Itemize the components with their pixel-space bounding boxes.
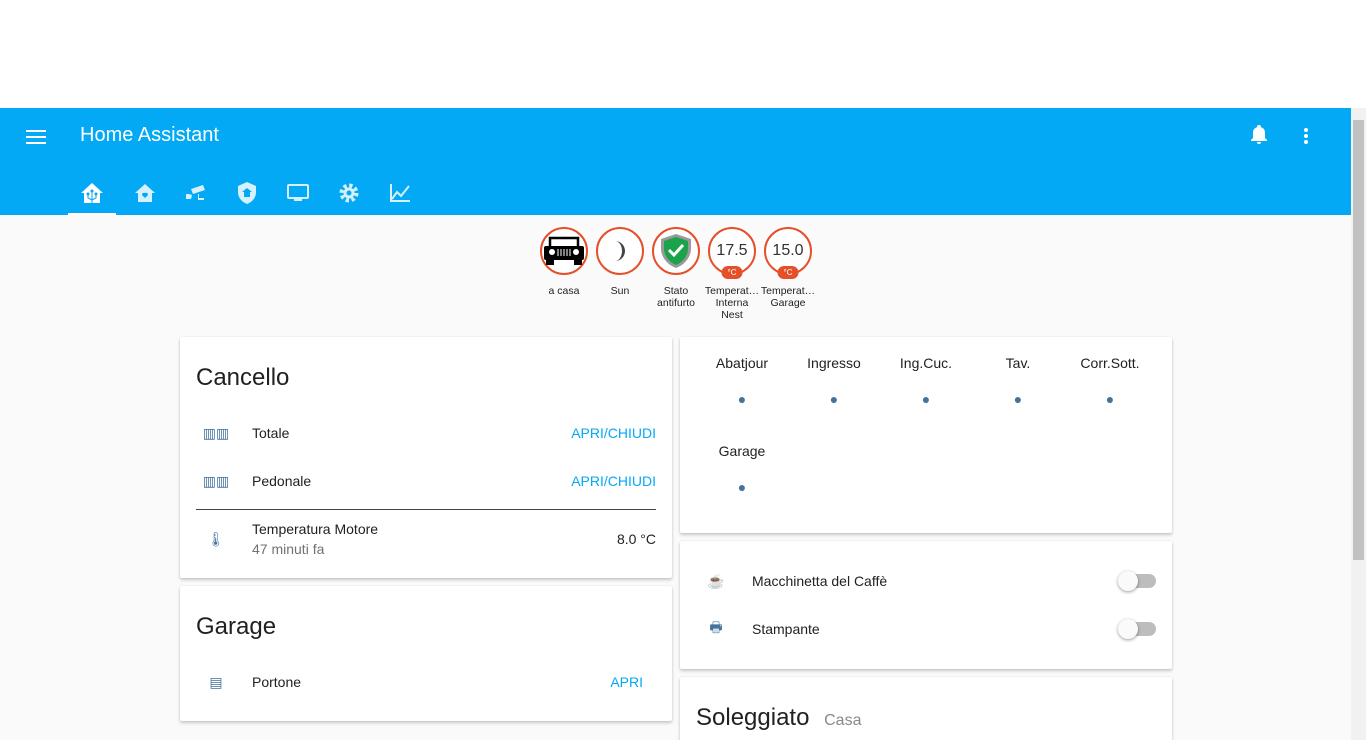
lightbulb-icon: ● xyxy=(921,391,931,407)
tab-home-heart[interactable] xyxy=(119,170,170,215)
entity-row: ▤ Portone APRI xyxy=(196,662,643,702)
soleggiato-card: Soleggiato Casa xyxy=(680,677,1172,740)
light-ingresso[interactable]: Ingresso ● xyxy=(788,355,880,407)
badge-label: Temperat… Garage xyxy=(760,285,816,309)
badges-bar: a casa Sun Stato antifurto 17.5 °C Tempera… xyxy=(536,227,816,321)
badge-label: a casa xyxy=(548,285,580,297)
bell-icon[interactable] xyxy=(1250,125,1268,150)
entity-name: Macchinetta del Caffè xyxy=(752,573,888,589)
badge-presence[interactable]: a casa xyxy=(536,227,592,321)
badge-unit: °C xyxy=(777,266,799,279)
scrollbar[interactable] xyxy=(1351,108,1366,740)
badge-label: Sun xyxy=(610,285,630,297)
printer-icon: 🖶 xyxy=(709,619,723,635)
shield-home-icon xyxy=(237,181,256,204)
entity-row: ▥▥ Pedonale APRI/CHIUDI xyxy=(196,461,656,501)
monitor-icon xyxy=(286,183,309,201)
open-button[interactable]: APRI xyxy=(610,674,643,690)
garage-door-icon: ▤ xyxy=(209,673,223,690)
entity-name: Portone xyxy=(252,674,302,690)
printer-toggle[interactable] xyxy=(1118,619,1156,639)
badge-temp-garage[interactable]: 15.0 °C Temperat… Garage xyxy=(760,227,816,321)
light-tav[interactable]: Tav. ● xyxy=(972,355,1064,407)
badge-value: 17.5 xyxy=(716,242,748,259)
coffee-toggle[interactable] xyxy=(1118,571,1156,591)
card-title: Soleggiato Casa xyxy=(696,704,861,732)
tab-security[interactable] xyxy=(221,170,272,215)
switches-card: ☕ Macchinetta del Caffè 🖶 Stampante xyxy=(680,541,1172,669)
light-name: Ing.Cuc. xyxy=(899,355,953,371)
tab-settings[interactable] xyxy=(323,170,374,215)
card-title: Cancello xyxy=(196,364,290,391)
light-name: Garage xyxy=(718,443,766,459)
divider xyxy=(196,509,656,510)
open-close-button[interactable]: APRI/CHIUDI xyxy=(571,473,656,489)
home-heart-icon xyxy=(134,183,155,202)
card-title: Garage xyxy=(196,613,277,640)
cctv-icon xyxy=(185,184,205,200)
tab-history[interactable] xyxy=(374,170,425,215)
entity-name: Temperatura Motore xyxy=(252,521,379,537)
tab-media[interactable] xyxy=(272,170,323,215)
more-options-icon[interactable] xyxy=(1304,126,1308,146)
sensor-row[interactable]: 🌡 Temperatura Motore 47 minuti fa 8.0 °C xyxy=(196,517,656,561)
switch-row: ☕ Macchinetta del Caffè xyxy=(696,561,1156,601)
view-tabs xyxy=(68,170,425,215)
entity-row: ▥▥ Totale APRI/CHIUDI xyxy=(196,413,656,453)
cancello-card: Cancello ▥▥ Totale APRI/CHIUDI ▥▥ Pedonale A… xyxy=(180,337,672,578)
lightbulb-icon: ● xyxy=(1013,391,1023,407)
badge-label: Stato antifurto xyxy=(657,285,695,309)
badge-temp-nest[interactable]: 17.5 °C Temperat… Interna Nest xyxy=(704,227,760,321)
app: Home Assistant a casa Sun Stato antifurt… xyxy=(0,108,1351,740)
gear-icon xyxy=(339,183,358,202)
card-title-text: Soleggiato xyxy=(696,704,810,731)
moon-icon xyxy=(615,241,625,261)
jeep-icon xyxy=(544,236,584,265)
badge-value: 15.0 xyxy=(772,242,804,259)
gate-icon: ▥▥ xyxy=(202,424,230,441)
lightbulb-icon: ● xyxy=(737,391,747,407)
chart-line-icon xyxy=(389,183,410,202)
entity-name: Totale xyxy=(252,425,290,441)
tab-cameras[interactable] xyxy=(170,170,221,215)
lightbulb-icon: ● xyxy=(1105,391,1115,407)
entity-name: Stampante xyxy=(752,621,820,637)
toolbar: Home Assistant xyxy=(0,108,1351,215)
open-close-button[interactable]: APRI/CHIUDI xyxy=(571,425,656,441)
light-ingcuc[interactable]: Ing.Cuc. ● xyxy=(880,355,972,407)
light-name: Abatjour xyxy=(715,355,769,371)
light-abatjour[interactable]: Abatjour ● xyxy=(696,355,788,407)
card-subtitle: Casa xyxy=(824,712,862,729)
light-name: Corr.Sott. xyxy=(1080,355,1140,371)
tab-home[interactable] xyxy=(68,170,116,215)
thermometer-icon: 🌡 xyxy=(207,530,225,547)
menu-icon[interactable] xyxy=(26,126,46,148)
home-assistant-icon xyxy=(81,182,103,203)
light-corrsott[interactable]: Corr.Sott. ● xyxy=(1064,355,1156,407)
app-title: Home Assistant xyxy=(80,124,219,146)
lightbulb-icon: ● xyxy=(737,479,747,495)
badge-unit: °C xyxy=(721,266,743,279)
sensor-value: 8.0 °C xyxy=(616,531,656,547)
gate-icon: ▥▥ xyxy=(202,472,230,489)
garage-card: Garage ▤ Portone APRI xyxy=(180,586,672,721)
badge-label: Temperat… Interna Nest xyxy=(704,285,760,321)
light-garage[interactable]: Garage ● xyxy=(696,443,788,495)
entity-name: Pedonale xyxy=(252,473,312,489)
light-name: Tav. xyxy=(1005,355,1031,371)
scrollbar-thumb[interactable] xyxy=(1353,120,1364,560)
lights-card: Abatjour ● Ingresso ● Ing.Cuc. ● Tav. ● Corr… xyxy=(680,337,1172,533)
coffee-icon: ☕ xyxy=(707,572,725,589)
badge-sun[interactable]: Sun xyxy=(592,227,648,321)
shield-check-icon xyxy=(661,234,691,268)
switch-row: 🖶 Stampante xyxy=(696,609,1156,649)
badge-alarm[interactable]: Stato antifurto xyxy=(648,227,704,321)
light-name: Ingresso xyxy=(807,355,861,371)
last-changed: 47 minuti fa xyxy=(252,541,325,557)
lightbulb-icon: ● xyxy=(829,391,839,407)
